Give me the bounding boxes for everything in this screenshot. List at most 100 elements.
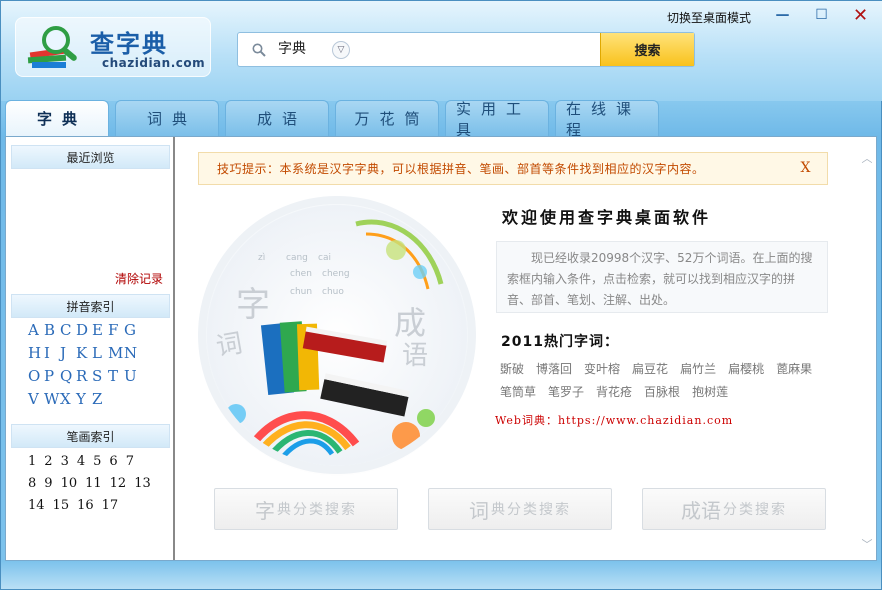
stroke-number-link[interactable]: 10 [61,473,78,495]
button-big-text: 成语 [681,498,721,523]
hero-pinyin-7: chuo [322,287,344,297]
stroke-number-link[interactable]: 7 [126,451,134,473]
hero-char-zi: 字 [236,285,270,325]
pinyin-letter-link[interactable]: E [92,321,108,339]
pinyin-letter-link[interactable]: R [76,367,92,385]
tip-text: 技巧提示：本系统是汉字字典，可以根据拼音、笔画、部首等条件找到相应的汉字内容。 [217,162,705,176]
pinyin-letter-link[interactable]: S [92,367,108,385]
pinyin-letter-link[interactable]: L [92,344,108,362]
hot-word-link[interactable]: 扁豆花 [632,358,668,381]
stroke-number-link[interactable]: 12 [110,473,127,495]
stroke-number-link[interactable]: 13 [134,473,151,495]
hero-pinyin-6: chun [290,287,312,297]
clear-history-link[interactable]: 清除记录 [115,270,163,287]
pinyin-letter-link[interactable]: D [76,321,92,339]
sidebar: 最近浏览 清除记录 拼音索引 ABCDEFG HIJKLMN OPQRSTU VWXY… [6,137,175,560]
hot-word-link[interactable]: 笔罗子 [548,381,584,404]
switch-desktop-mode-link[interactable]: 切换至桌面模式 [667,9,751,26]
hot-word-link[interactable]: 扁樱桃 [728,358,764,381]
pinyin-letter-link[interactable]: N [124,344,140,362]
pinyin-letter-link[interactable]: M [108,344,124,362]
idiom-category-search-button[interactable]: 成语 分类搜索 [642,488,826,530]
pinyin-letter-link[interactable]: Q [60,367,76,385]
stroke-number-link[interactable]: 4 [77,451,85,473]
pinyin-letter-link[interactable]: Y [76,390,92,408]
stroke-number-link[interactable]: 8 [28,473,36,495]
search-bar: ▽ 搜索 [237,32,695,67]
hot-word-link[interactable]: 蓖麻果 [776,358,812,381]
hero-pinyin-4: chen [290,269,312,279]
pinyin-letter-link[interactable]: J [60,344,76,362]
stroke-number-link[interactable]: 9 [44,473,52,495]
hero-char-cheng: 成 [394,304,426,342]
hero-pinyin-3: cai [318,253,331,263]
vertical-scrollbar[interactable]: ︿ ﹀ [860,151,874,551]
scroll-up-icon[interactable]: ︿ [860,151,874,165]
window-controls: — ☐ ✕ [763,3,881,27]
hero-pinyin-5: cheng [322,269,350,279]
stroke-number-link[interactable]: 1 [28,451,36,473]
pinyin-letter-link[interactable]: X [60,390,76,408]
pinyin-letter-link[interactable]: Z [92,390,108,408]
hot-word-link[interactable]: 扁竹兰 [680,358,716,381]
tab-courses[interactable]: 在线课程 [555,100,659,139]
stroke-number-link[interactable]: 11 [85,473,102,495]
char-category-search-button[interactable]: 字 典分类搜索 [214,488,398,530]
stroke-number-link[interactable]: 16 [77,495,94,517]
pinyin-letter-link[interactable]: T [108,367,124,385]
pinyin-letter-link[interactable]: F [108,321,124,339]
stroke-number-link[interactable]: 14 [28,495,45,517]
pinyin-letter-link[interactable]: W [44,390,60,408]
button-small-text: 典分类搜索 [491,502,571,518]
pinyin-letter-link[interactable]: B [44,321,60,339]
hot-word-link[interactable]: 笔筒草 [500,381,536,404]
logo-title: 查字典 [90,29,168,58]
hot-word-link[interactable]: 背花疮 [596,381,632,404]
stroke-number-link[interactable]: 6 [109,451,117,473]
web-dictionary-link[interactable]: Web词典：https://www.chazidian.com [495,412,733,428]
hot-word-link[interactable]: 抱树莲 [692,381,728,404]
stroke-number-link[interactable]: 15 [53,495,70,517]
pinyin-letter-link[interactable]: U [124,367,140,385]
hot-word-link[interactable]: 博落回 [536,358,572,381]
pinyin-letter-link[interactable]: C [60,321,76,339]
stroke-number-link[interactable]: 3 [61,451,69,473]
hot-word-link[interactable]: 斲破 [500,358,524,381]
pinyin-letter-link[interactable]: K [76,344,92,362]
tab-cidian[interactable]: 词典 [115,100,219,136]
hot-word-link[interactable]: 百脉根 [644,381,680,404]
pinyin-letter-link[interactable]: H [28,344,44,362]
stroke-number-link[interactable]: 5 [93,451,101,473]
pinyin-letter-link[interactable]: P [44,367,60,385]
stroke-number-link[interactable]: 17 [102,495,119,517]
button-small-text: 分类搜索 [723,502,787,518]
main-panel: 技巧提示：本系统是汉字字典，可以根据拼音、笔画、部首等条件找到相应的汉字内容。 … [177,137,876,560]
welcome-title: 欢迎使用查字典桌面软件 [502,208,712,227]
hot-word-link[interactable]: 变叶榕 [584,358,620,381]
scroll-down-icon[interactable]: ﹀ [860,537,874,551]
word-category-search-button[interactable]: 词 典分类搜索 [428,488,612,530]
tab-chengyu[interactable]: 成语 [225,100,329,136]
tip-close-button[interactable]: X [801,160,811,176]
stroke-number-link[interactable]: 2 [44,451,52,473]
stroke-row: 1234567 [28,451,168,473]
main-tabs: 字典 词典 成语 万花筒 实用工具 在线课程 [5,100,665,139]
pinyin-letter-link[interactable]: G [124,321,140,339]
search-input[interactable] [278,40,318,56]
pinyin-letter-link[interactable]: A [28,321,44,339]
close-button[interactable]: ✕ [841,3,880,27]
logo-subtitle: chazidian.com [102,56,206,70]
hot-words-list: 斲破 博落回 变叶榕 扁豆花 扁竹兰 扁樱桃 蓖麻果笔筒草 笔罗子 背花疮 百脉根 抱树莲 [500,358,830,404]
tab-zidian[interactable]: 字典 [5,100,109,136]
tab-tools[interactable]: 实用工具 [445,100,549,139]
tab-wanhuatong[interactable]: 万花筒 [335,100,439,136]
button-big-text: 字 [255,498,275,523]
pinyin-letter-link[interactable]: I [44,344,60,362]
pinyin-letter-link[interactable]: O [28,367,44,385]
maximize-button[interactable]: ☐ [802,3,841,27]
hero-illustration: zì cang cai chen cheng chun chuo 字 词 成 语 [206,204,468,466]
chevron-down-icon[interactable]: ▽ [332,41,350,59]
pinyin-letter-link[interactable]: V [28,390,44,408]
search-button[interactable]: 搜索 [600,33,694,66]
minimize-button[interactable]: — [763,3,802,27]
